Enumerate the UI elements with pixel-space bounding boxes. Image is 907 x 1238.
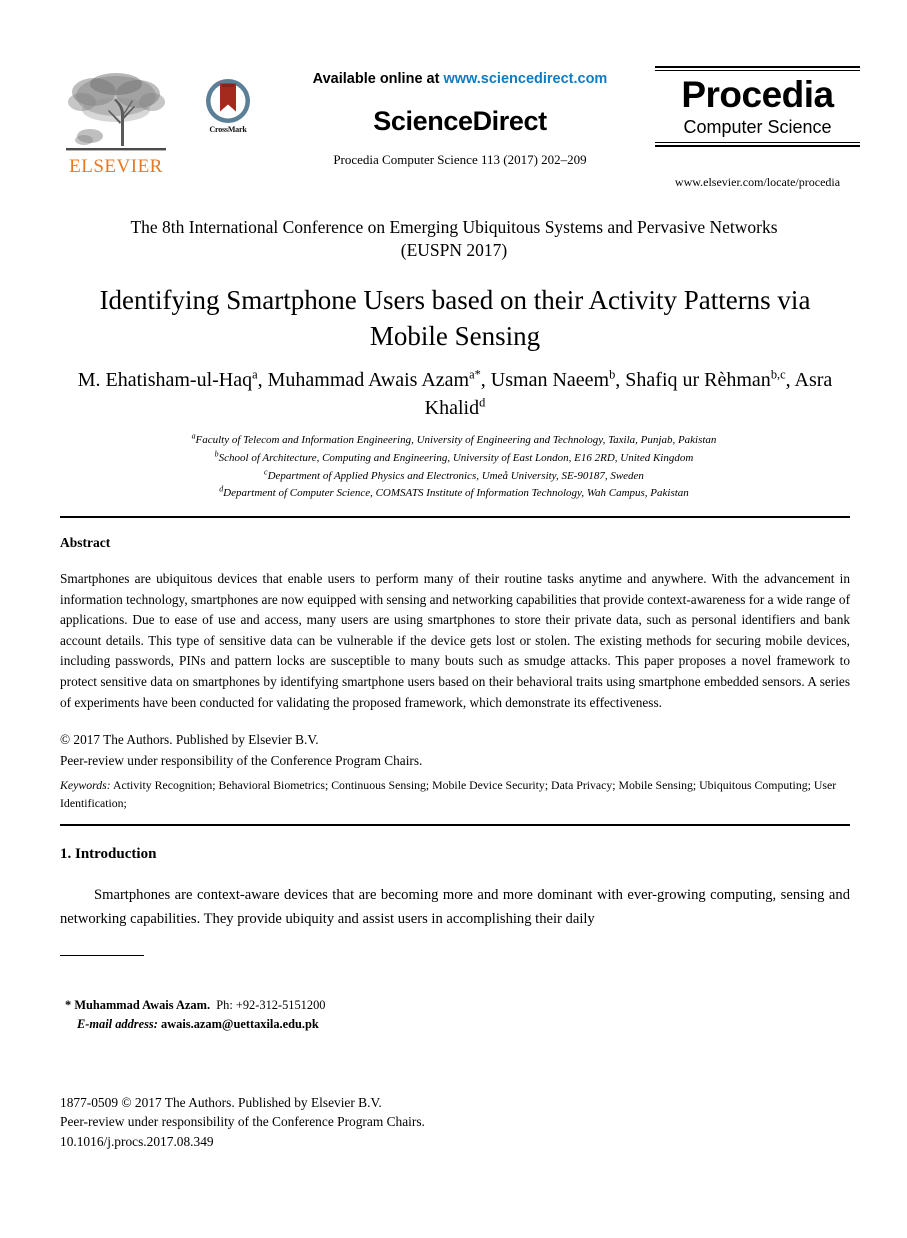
journal-citation: Procedia Computer Science 113 (2017) 202… xyxy=(333,152,587,167)
author-affiliation-marker: a* xyxy=(469,367,481,382)
author-name: Muhammad Awais Azam xyxy=(267,369,470,391)
affiliation-line: dDepartment of Computer Science, COMSATS… xyxy=(60,485,848,503)
introduction-body: Smartphones are context-aware devices th… xyxy=(60,887,850,927)
masthead: ELSEVIER CrossMark Available online at w… xyxy=(60,62,860,197)
author-affiliation-marker: a xyxy=(252,367,258,382)
affiliation-line: aFaculty of Telecom and Information Engi… xyxy=(60,432,848,450)
footnote-separator-rule xyxy=(60,955,144,956)
affiliation-list: aFaculty of Telecom and Information Engi… xyxy=(60,432,848,503)
paper-page: ELSEVIER CrossMark Available online at w… xyxy=(0,0,907,1238)
available-online-line: Available online at www.sciencedirect.co… xyxy=(250,71,670,87)
affiliation-line: cDepartment of Applied Physics and Elect… xyxy=(60,468,848,486)
crossmark-icon xyxy=(205,78,251,124)
abstract-body: Smartphones are ubiquitous devices that … xyxy=(60,571,850,710)
footnote-email-link[interactable]: awais.azam@uettaxila.edu.pk xyxy=(161,1017,319,1031)
procedia-rule-top xyxy=(655,66,860,71)
procedia-logo: Procedia Computer Science xyxy=(655,66,860,148)
sciencedirect-block: Available online at www.sciencedirect.co… xyxy=(250,71,670,168)
footnote-phone: Ph: +92-312-5151200 xyxy=(216,998,326,1012)
abstract-heading: Abstract xyxy=(60,535,111,550)
introduction-divider-rule xyxy=(60,824,850,826)
keywords-label: Keywords: xyxy=(60,778,111,792)
procedia-title: Procedia xyxy=(681,74,834,115)
available-online-prefix: Available online at xyxy=(312,71,444,87)
abstract-copyright-block: © 2017 The Authors. Published by Elsevie… xyxy=(60,730,850,771)
abstract-divider-rule xyxy=(60,516,850,518)
page-footer-block: 1877-0509 © 2017 The Authors. Published … xyxy=(60,1093,760,1151)
affiliation-line: bSchool of Architecture, Computing and E… xyxy=(60,450,848,468)
affiliation-text: Department of Applied Physics and Electr… xyxy=(267,469,644,482)
copyright-line-2: Peer-review under responsibility of the … xyxy=(60,752,423,768)
affiliation-text: Faculty of Telecom and Information Engin… xyxy=(195,434,717,446)
affiliation-text: School of Architecture, Computing and En… xyxy=(218,451,694,464)
keywords-text: Activity Recognition; Behavioral Biometr… xyxy=(60,778,837,811)
footnote-line-2: E-mail address: awais.azam@uettaxila.edu… xyxy=(65,1015,665,1034)
elsevier-wordmark: ELSEVIER xyxy=(69,156,163,177)
footer-line-doi: 10.1016/j.procs.2017.08.349 xyxy=(60,1133,214,1149)
keywords-block: Keywords: Activity Recognition; Behavior… xyxy=(60,776,850,813)
author-affiliation-marker: b,c xyxy=(770,367,786,382)
affiliation-text: Department of Computer Science, COMSATS … xyxy=(223,487,689,500)
conference-line-1: The 8th International Conference on Emer… xyxy=(130,217,778,237)
footnote-asterisk: * xyxy=(65,998,72,1012)
author-affiliation-marker: b xyxy=(609,367,616,382)
procedia-journal-url[interactable]: www.elsevier.com/locate/procedia xyxy=(655,175,860,190)
author-name: M. Ehatisham-ul-Haq xyxy=(77,369,253,391)
footer-line-peer-review: Peer-review under responsibility of the … xyxy=(60,1114,425,1130)
author-affiliation-marker: d xyxy=(479,394,486,409)
corresponding-author-footnote: * Muhammad Awais Azam. Ph: +92-312-51512… xyxy=(65,996,665,1033)
author-name: Shafiq ur Rèhman xyxy=(625,369,771,391)
section-heading-introduction: 1. Introduction xyxy=(60,846,157,862)
page-title: Identifying Smartphone Users based on th… xyxy=(99,285,811,351)
conference-name: The 8th International Conference on Emer… xyxy=(60,216,848,263)
sciencedirect-url-link[interactable]: www.sciencedirect.com xyxy=(443,71,607,87)
copyright-line-1: © 2017 The Authors. Published by Elsevie… xyxy=(60,732,319,747)
elsevier-logo: ELSEVIER xyxy=(64,70,168,182)
footnote-email-label: E-mail address: xyxy=(77,1016,158,1031)
procedia-subtitle: Computer Science xyxy=(683,116,832,137)
author-list: M. Ehatisham-ul-Haqa, Muhammad Awais Aza… xyxy=(77,367,833,419)
footnote-line-1: * Muhammad Awais Azam. Ph: +92-312-51512… xyxy=(65,996,665,1015)
sciencedirect-wordmark: ScienceDirect xyxy=(373,106,547,136)
footnote-author-name: Muhammad Awais Azam. xyxy=(74,998,211,1012)
procedia-rule-bottom xyxy=(655,142,860,148)
author-name: Usman Naeem xyxy=(490,369,610,391)
conference-line-2: (EUSPN 2017) xyxy=(400,240,508,261)
elsevier-tree-icon xyxy=(64,70,168,154)
footer-line-issn-copyright: 1877-0509 © 2017 The Authors. Published … xyxy=(60,1095,382,1110)
